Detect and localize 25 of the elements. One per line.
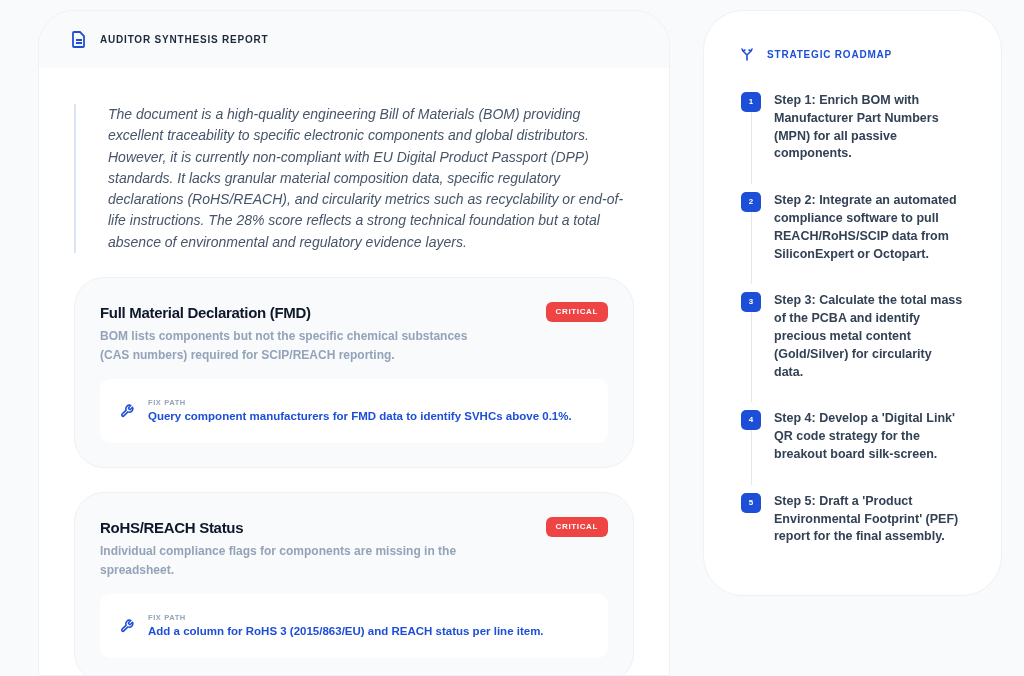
fix-path-text: Add a column for RoHS 3 (2015/863/EU) and REACH status per line item. [148,623,544,639]
report-title: AUDITOR SYNTHESIS REPORT [100,33,269,47]
step-number: 4 [741,410,761,431]
step-text: Step 4: Develop a 'Digital Link' QR code strategy for the breakout board silk-screen. [774,410,956,463]
fix-path-text: Query component manufacturers for FMD data to identify SVHCs above 0.1%. [148,408,572,424]
severity-badge: CRITICAL [545,302,608,323]
finding-description: BOM lists components but not the specific chemical substances (CAS numbers) required for SCIP/REACH reporting. [100,327,469,364]
document-icon [72,31,86,48]
step-number: 5 [741,492,761,513]
finding-title: Full Material Declaration (FMD) [100,303,311,324]
step-number: 2 [741,192,761,213]
step-text: Step 1: Enrich BOM with Manufacturer Part Numbers (MPN) for all passive components. [774,92,940,163]
step-text: Step 3: Calculate the total mass of the PCBA and identify precious metal content (Gold/Silver) for circularity data. [774,292,964,381]
summary-text: The document is a high-quality engineering Bill of Materials (BOM) providing excellent traceability to specific electronic components and global distributors. However, it is currently non-compliant with EU Digital Product Passport (DPP) standards. It lacks granular material composition data, specific regulatory declarations (RoHS/REACH), and circularity metrics such as recyclability or end-of-life instructions. The 28% score reflects a strong technical foundation but a total absence of environmental and regulatory evidence layers. [74,104,634,254]
wrench-icon [120,403,134,418]
wrench-icon [120,618,134,633]
step-text: Step 2: Integrate an automated compliance software to pull REACH/RoHS/SCIP data from SiliconExpert or Octopart. [774,192,958,263]
finding-title: RoHS/REACH Status [100,518,244,539]
roadmap-title: STRATEGIC ROADMAP [767,48,893,62]
step-text: Step 5: Draft a 'Product Environmental Footprint' (PEF) report for the final assembly. [774,492,960,546]
branch-icon [741,48,753,61]
finding-description: Individual compliance flags for components are missing in the spreadsheet. [100,542,458,579]
step-number: 1 [741,92,761,112]
step-number: 3 [741,292,761,313]
severity-badge: CRITICAL [545,517,608,538]
